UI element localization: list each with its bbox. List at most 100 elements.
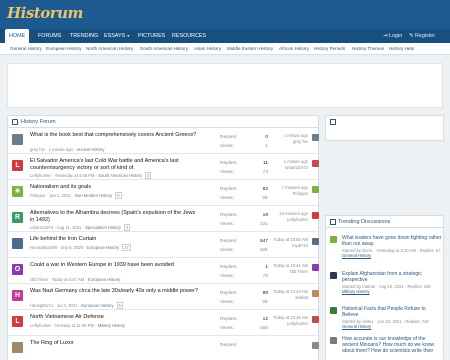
latest-user[interactable]: Baltic9 [258,295,308,301]
subnav-item[interactable]: North American History [86,43,133,54]
trending-forum-link[interactable]: General History [342,253,371,258]
user-avatar[interactable]: H [12,290,23,301]
thread-row[interactable]: R Alternatives to the Alhambra decrees (S… [8,207,319,232]
latest-user[interactable]: Leftyhunter [258,321,308,327]
thread-title[interactable]: The Ring of Luxor [30,340,200,347]
thread-author[interactable]: rahamz1973 [30,225,53,230]
nav-resources[interactable]: RESOURCES [168,29,210,43]
thread-forum-link[interactable]: South American History [98,173,142,178]
thread-author[interactable]: Leftyhunter [30,173,51,178]
thread-row[interactable]: What is the book best that comprehensive… [8,129,319,154]
trending-title[interactable]: How accurate is our knowledge of the anc… [342,336,442,354]
thread-title[interactable]: Alternatives to the Alhambra decrees (Sp… [30,210,200,224]
subnav-item[interactable]: South American History [140,43,188,54]
nav-trending[interactable]: TRENDING [66,29,102,43]
latest-avatar[interactable] [312,134,319,141]
thread-date[interactable]: Sep 5, 2020 [61,245,84,250]
subnav-item[interactable]: African History [279,43,309,54]
thread-row[interactable]: The Ring of Luxor Replies: [8,337,319,360]
subnav-item[interactable]: General History [10,43,42,54]
thread-row[interactable]: L North Vietnamese Air Defense Leftyhunter… [8,311,319,336]
subnav-item[interactable]: History Themes [352,43,384,54]
latest-avatar[interactable] [312,212,319,219]
thread-pages[interactable]: 2 [123,224,131,231]
nav-essays[interactable]: ESSAYS ▾ [100,29,133,43]
thread-date[interactable]: Jul 3, 2021 [57,303,78,308]
thread-author[interactable]: Neomalitia298 [30,245,57,250]
user-avatar[interactable]: L [12,316,23,327]
trending-title[interactable]: Explain Afghanistan from a strategic per… [342,271,442,283]
latest-avatar[interactable] [312,238,319,245]
thread-author[interactable]: grey fox [30,147,45,152]
thread-title[interactable]: Was Nazi Germany circa the late 30s/earl… [30,288,200,295]
thread-date[interactable]: Today at 4:47 AM [52,277,84,282]
thread-pages[interactable]: 5 [116,302,123,309]
thread-row[interactable]: H Was Nazi Germany circa the late 30s/ear… [8,285,319,310]
thread-title[interactable]: What is the book best that comprehensive… [30,132,200,139]
latest-avatar[interactable] [312,316,319,323]
thread-title[interactable]: Nationalism and its goals [30,184,200,191]
subnav-item[interactable]: Asian History [194,43,221,54]
thread-pages[interactable]: 6 [115,192,122,199]
user-avatar[interactable] [12,238,23,249]
trending-forum-link[interactable]: General History [342,324,371,329]
trending-forum-link[interactable]: Military History [342,289,369,294]
user-avatar[interactable]: O [12,264,23,275]
latest-user[interactable]: grey fox [258,139,308,145]
latest-avatar[interactable] [312,186,319,193]
subnav-item[interactable]: Middle Eastern History [227,43,273,54]
thread-row[interactable]: O Could a war in Western Europe in 1939 h… [8,259,319,284]
trending-title[interactable]: What leaders have gone down fighting rat… [342,235,442,247]
nav-pictures[interactable]: PICTURES [134,29,169,43]
forum-title[interactable]: History Forum [21,119,56,125]
user-avatar[interactable] [12,134,23,145]
latest-user[interactable]: Pelagon [258,191,308,197]
subnav-item[interactable]: History Periods [314,43,345,54]
user-avatar[interactable]: R [12,212,23,223]
thread-date[interactable]: Tuesday at 11:49 PM [55,323,94,328]
thread-title[interactable]: North Vietnamese Air Defense [30,314,200,321]
latest-avatar[interactable] [312,264,319,271]
latest-avatar[interactable] [312,342,319,349]
nav-forums[interactable]: FORUMS [34,29,65,43]
thread-author[interactable]: HansgBorn1 [30,303,53,308]
thread-author[interactable]: Old Timer [30,277,48,282]
latest-user[interactable]: Old Timer [258,269,308,275]
thread-row[interactable]: Life behind the Iron Curtain Neomalitia29… [8,233,319,258]
thread-forum-link[interactable]: European History [81,303,113,308]
site-logo[interactable]: Historum [7,4,83,22]
thread-title[interactable]: El Salvador America's last Cold War batt… [30,158,200,172]
subnav-item[interactable]: History Help [389,43,414,54]
thread-forum-link[interactable]: Ancient History [76,147,104,152]
nav-home[interactable]: HOME [5,29,30,43]
thread-date[interactable]: Yesterday at 4:48 PM [55,173,95,178]
thread-forum-link[interactable]: Speculative History [85,225,121,230]
register-link[interactable]: ✎ Register [409,29,435,43]
latest-avatar[interactable] [312,290,319,297]
thread-author[interactable]: Leftyhunter [30,323,51,328]
latest-avatar[interactable] [312,160,319,167]
thread-author[interactable]: Pelagon [30,193,45,198]
latest-user[interactable]: royal744 [258,243,308,249]
user-avatar[interactable] [12,342,23,353]
thread-pages[interactable]: 27 [122,244,131,251]
thread-date[interactable]: Aug 11, 2021 [57,225,82,230]
thread-title[interactable]: Could a war in Western Europe in 1939 ha… [30,262,200,269]
login-link[interactable]: ⇥ Login [383,29,402,43]
thread-title[interactable]: Life behind the Iron Curtain [30,236,200,243]
latest-user[interactable]: Leftyhunter [258,217,308,223]
thread-forum-link[interactable]: Non-Modern History [75,193,112,198]
thread-forum-link[interactable]: European History [88,277,120,282]
thread-date[interactable]: 1 minute ago [49,147,73,152]
thread-date[interactable]: Jan 1, 2021 [49,193,71,198]
trending-title[interactable]: Historical Facts that People Refuse to B… [342,306,442,318]
thread-row[interactable]: L El Salvador America's last Cold War bat… [8,155,319,180]
user-avatar[interactable]: L [12,160,23,171]
subnav-item[interactable]: European History [46,43,82,54]
thread-pages[interactable]: 3 [145,172,152,179]
thread-forum-link[interactable]: European History [87,245,119,250]
latest-user[interactable]: rahamz1973 [258,165,308,171]
user-avatar[interactable]: ✳ [12,186,23,197]
thread-row[interactable]: ✳ Nationalism and its goals Pelagon · Jan … [8,181,319,206]
thread-forum-link[interactable]: Military History [98,323,125,328]
